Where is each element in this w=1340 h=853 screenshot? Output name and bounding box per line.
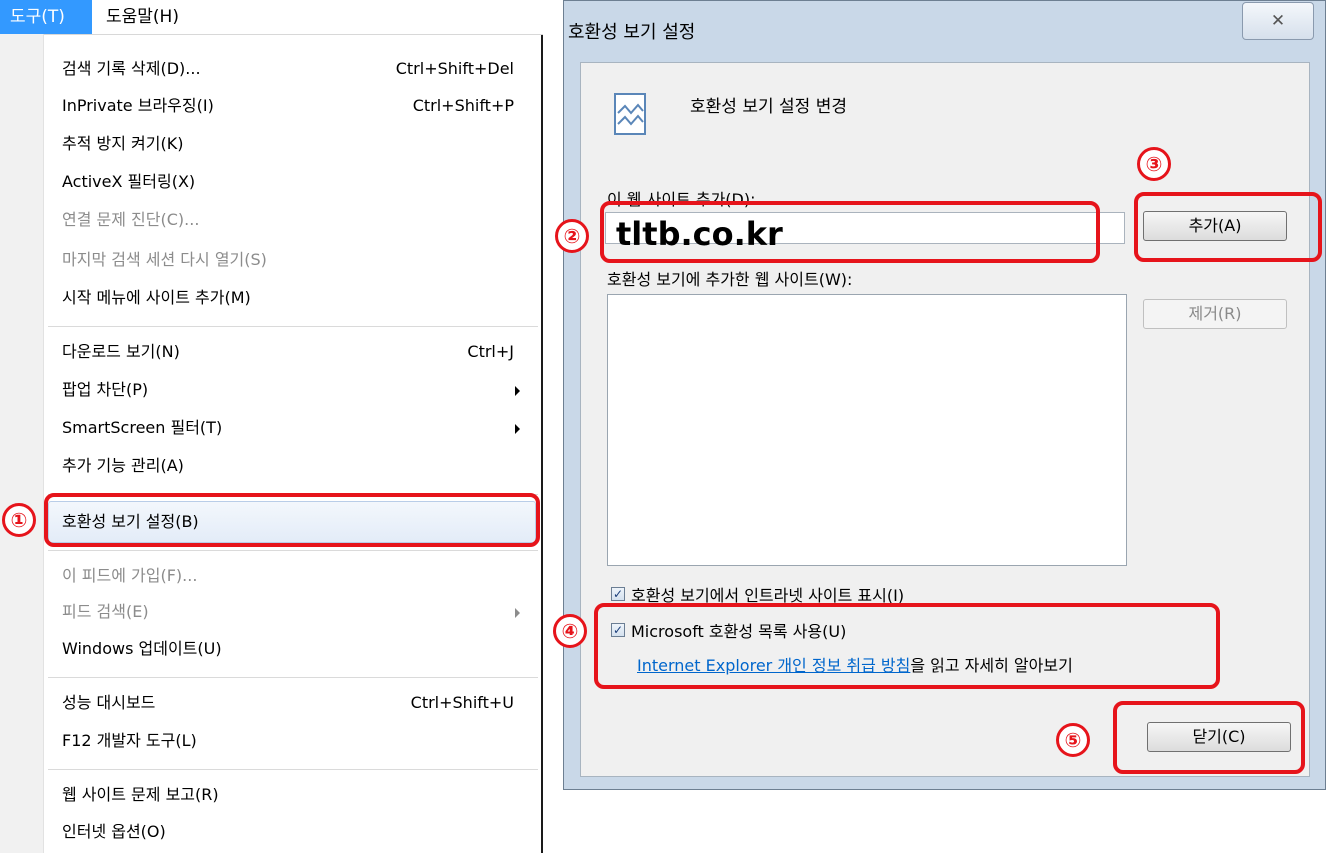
menu-separator <box>48 677 538 678</box>
intranet-checkbox[interactable]: ✓ <box>611 587 625 601</box>
menu-item-popup-blocker[interactable]: 팝업 차단(P) <box>62 373 522 407</box>
close-icon[interactable]: ✕ <box>1242 2 1314 40</box>
dialog-heading: 호환성 보기 설정 변경 <box>690 97 847 117</box>
site-list-label: 호환성 보기에 추가한 웹 사이트(W): <box>607 270 853 289</box>
menu-separator <box>48 769 538 770</box>
menu-bar: 도구(T) 도움말(H) <box>0 0 543 35</box>
tools-menu: 도구(T) 도움말(H) 검색 기록 삭제(D)... Ctrl+Shift+D… <box>0 0 543 853</box>
highlight-box-2 <box>600 201 1100 263</box>
menu-help[interactable]: 도움말(H) <box>96 0 189 34</box>
submenu-arrow-icon <box>515 608 520 618</box>
step-number-1: ① <box>2 503 36 537</box>
menu-icon-strip <box>0 34 44 853</box>
compat-view-icon <box>614 93 646 135</box>
menu-item-diagnose: 연결 문제 진단(C)... <box>62 210 200 229</box>
menu-item-downloads[interactable]: 다운로드 보기(N) Ctrl+J <box>62 335 522 369</box>
menu-item-tracking-protection[interactable]: 추적 방지 켜기(K) <box>62 127 522 161</box>
submenu-arrow-icon <box>515 424 520 434</box>
menu-item-report-site-problem[interactable]: 웹 사이트 문제 보고(R) <box>62 778 522 812</box>
menu-item-add-to-start[interactable]: 시작 메뉴에 사이트 추가(M) <box>62 281 522 315</box>
menu-tools[interactable]: 도구(T) <box>0 0 92 34</box>
step-number-3: ③ <box>1137 147 1171 181</box>
step-number-4: ④ <box>553 614 587 648</box>
remove-button: 제거(R) <box>1143 299 1287 329</box>
highlight-box-5 <box>1113 701 1305 774</box>
menu-separator <box>48 550 538 551</box>
dialog-title: 호환성 보기 설정 <box>568 22 696 43</box>
submenu-arrow-icon <box>515 386 520 396</box>
highlight-box-4 <box>594 603 1220 689</box>
menu-item-delete-history[interactable]: 검색 기록 삭제(D)... Ctrl+Shift+Del <box>62 52 522 86</box>
step-number-5: ⑤ <box>1056 723 1090 757</box>
menu-item-subscribe-feed: 이 피드에 가입(F)... <box>62 566 198 585</box>
menu-item-feed-discovery: 피드 검색(E) <box>62 595 522 629</box>
compat-site-list[interactable] <box>607 294 1127 566</box>
menu-separator <box>48 326 538 327</box>
highlight-box-1 <box>44 493 540 547</box>
menu-item-activex-filter[interactable]: ActiveX 필터링(X) <box>62 165 522 199</box>
menu-item-manage-addons[interactable]: 추가 기능 관리(A) <box>62 449 522 483</box>
menu-item-windows-update[interactable]: Windows 업데이트(U) <box>62 632 522 666</box>
menu-item-smartscreen[interactable]: SmartScreen 필터(T) <box>62 411 522 445</box>
step-number-2: ② <box>555 219 589 253</box>
highlight-box-3 <box>1134 192 1322 262</box>
menu-item-inprivate[interactable]: InPrivate 브라우징(I) Ctrl+Shift+P <box>62 89 522 123</box>
menu-item-reopen-session: 마지막 검색 세션 다시 열기(S) <box>62 250 267 269</box>
menu-item-perf-dashboard[interactable]: 성능 대시보드 Ctrl+Shift+U <box>62 686 522 720</box>
menu-item-internet-options[interactable]: 인터넷 옵션(O) <box>62 815 522 849</box>
menu-item-f12-devtools[interactable]: F12 개발자 도구(L) <box>62 724 522 758</box>
